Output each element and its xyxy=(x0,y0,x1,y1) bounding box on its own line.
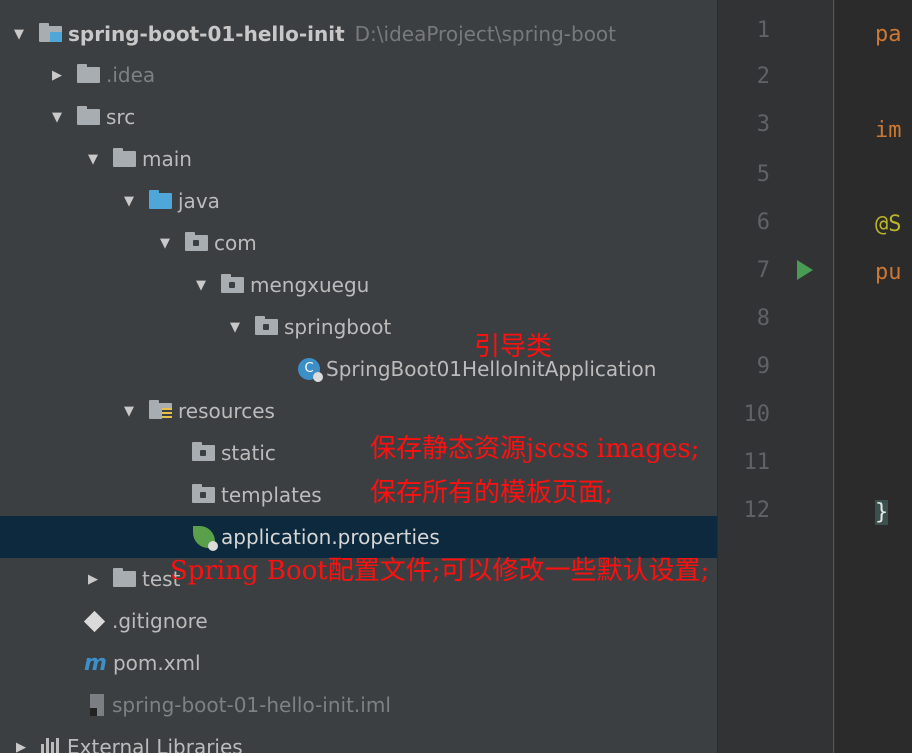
line-number: 11 xyxy=(743,450,771,475)
chevron-right-icon[interactable]: ▶ xyxy=(86,572,100,587)
module-file-icon xyxy=(90,694,104,716)
code-line-12: } xyxy=(875,500,889,525)
line-number: 3 xyxy=(756,112,770,137)
folder-icon xyxy=(113,568,136,587)
tree-row-src[interactable]: ▼ src xyxy=(0,96,717,138)
chevron-down-icon[interactable]: ▼ xyxy=(122,194,136,209)
tree-row-idea[interactable]: ▶ .idea xyxy=(0,54,717,96)
chevron-down-icon[interactable]: ▼ xyxy=(158,236,172,251)
tree-row-resources[interactable]: ▼ resources xyxy=(0,390,717,432)
project-tree-panel: ▼ spring-boot-01-hello-init D:\ideaProje… xyxy=(0,0,717,753)
chevron-down-icon[interactable]: ▼ xyxy=(122,404,136,419)
chevron-down-icon[interactable]: ▼ xyxy=(50,110,64,125)
chevron-down-icon[interactable]: ▼ xyxy=(228,320,242,335)
package-icon xyxy=(221,274,244,293)
folder-icon xyxy=(77,106,100,125)
tree-label-mengxuegu: mengxuegu xyxy=(250,273,370,297)
chevron-right-icon[interactable]: ▶ xyxy=(14,740,28,753)
code-editor[interactable]: pa im @S pu } xyxy=(835,0,912,753)
line-number: 5 xyxy=(756,162,770,187)
source-folder-icon xyxy=(149,190,172,209)
line-number: 9 xyxy=(756,354,770,379)
spring-leaf-icon xyxy=(193,526,218,551)
chevron-right-icon[interactable]: ▶ xyxy=(50,68,64,83)
tree-row-com[interactable]: ▼ com xyxy=(0,222,717,264)
tree-row-java[interactable]: ▼ java xyxy=(0,180,717,222)
resources-folder-icon xyxy=(149,400,172,420)
folder-icon xyxy=(77,64,100,83)
folder-icon xyxy=(113,148,136,167)
spring-class-icon: C xyxy=(298,358,323,382)
tree-label-springboot: springboot xyxy=(284,315,392,339)
git-icon xyxy=(83,610,106,632)
project-folder-icon xyxy=(39,23,62,42)
tree-row-springboot[interactable]: ▼ springboot xyxy=(0,306,717,348)
chevron-down-icon[interactable]: ▼ xyxy=(86,152,100,167)
project-path: D:\ideaProject\spring-boot xyxy=(354,22,617,46)
tree-label-external-libraries: External Libraries xyxy=(67,735,243,753)
package-icon xyxy=(255,316,278,335)
maven-icon: m xyxy=(84,650,107,676)
tree-label-templates: templates xyxy=(221,483,322,507)
tree-label-main: main xyxy=(142,147,192,171)
tree-label-gitignore: .gitignore xyxy=(112,609,208,633)
folder-icon xyxy=(192,484,215,503)
line-number: 1 xyxy=(756,18,770,43)
line-number: 12 xyxy=(743,498,771,523)
tree-row-app-class[interactable]: C SpringBoot01HelloInitApplication xyxy=(0,348,717,390)
tree-row-project-root[interactable]: ▼ spring-boot-01-hello-init D:\ideaProje… xyxy=(0,13,717,55)
code-line-1: pa xyxy=(875,22,902,47)
code-line-6: @S xyxy=(875,212,902,237)
line-number: 6 xyxy=(756,210,770,235)
tree-label-iml: spring-boot-01-hello-init.iml xyxy=(112,693,391,717)
line-number: 2 xyxy=(756,64,770,89)
tree-label-resources: resources xyxy=(178,399,275,423)
tree-label-static: static xyxy=(221,441,276,465)
run-icon[interactable] xyxy=(797,260,813,280)
folder-icon xyxy=(192,442,215,461)
line-number: 10 xyxy=(743,402,771,427)
code-line-7: pu xyxy=(875,260,902,285)
tree-row-iml[interactable]: spring-boot-01-hello-init.iml xyxy=(0,684,717,726)
package-icon xyxy=(185,232,208,251)
annotation-properties: Spring Boot配置文件;可以修改一些默认设置; xyxy=(170,556,710,586)
tree-row-external-libraries[interactable]: ▶ External Libraries xyxy=(0,726,717,753)
line-number: 8 xyxy=(756,306,770,331)
annotation-templates: 保存所有的模板页面; xyxy=(370,478,613,508)
tree-label-java: java xyxy=(178,189,220,213)
tree-row-main[interactable]: ▼ main xyxy=(0,138,717,180)
libraries-icon xyxy=(41,738,59,753)
line-number: 7 xyxy=(756,258,770,283)
annotation-guide-class: 引导类 xyxy=(474,332,553,362)
chevron-down-icon[interactable]: ▼ xyxy=(194,278,208,293)
tree-label-pom: pom.xml xyxy=(112,651,201,675)
tree-label-properties: application.properties xyxy=(221,525,440,549)
tree-label-com: com xyxy=(214,231,257,255)
annotation-static: 保存静态资源jscss images; xyxy=(370,434,700,464)
editor-gutter: 1 2 3 5 6 7 8 9 10 11 12 xyxy=(717,0,836,753)
project-name: spring-boot-01-hello-init xyxy=(68,22,345,46)
tree-row-gitignore[interactable]: .gitignore xyxy=(0,600,717,642)
tree-label-src: src xyxy=(106,105,136,129)
chevron-down-icon[interactable]: ▼ xyxy=(12,27,26,42)
tree-row-pom[interactable]: m pom.xml xyxy=(0,642,717,684)
code-line-3: im xyxy=(875,118,902,143)
tree-label-idea: .idea xyxy=(106,63,156,87)
gutter-divider xyxy=(833,0,834,753)
tree-row-mengxuegu[interactable]: ▼ mengxuegu xyxy=(0,264,717,306)
